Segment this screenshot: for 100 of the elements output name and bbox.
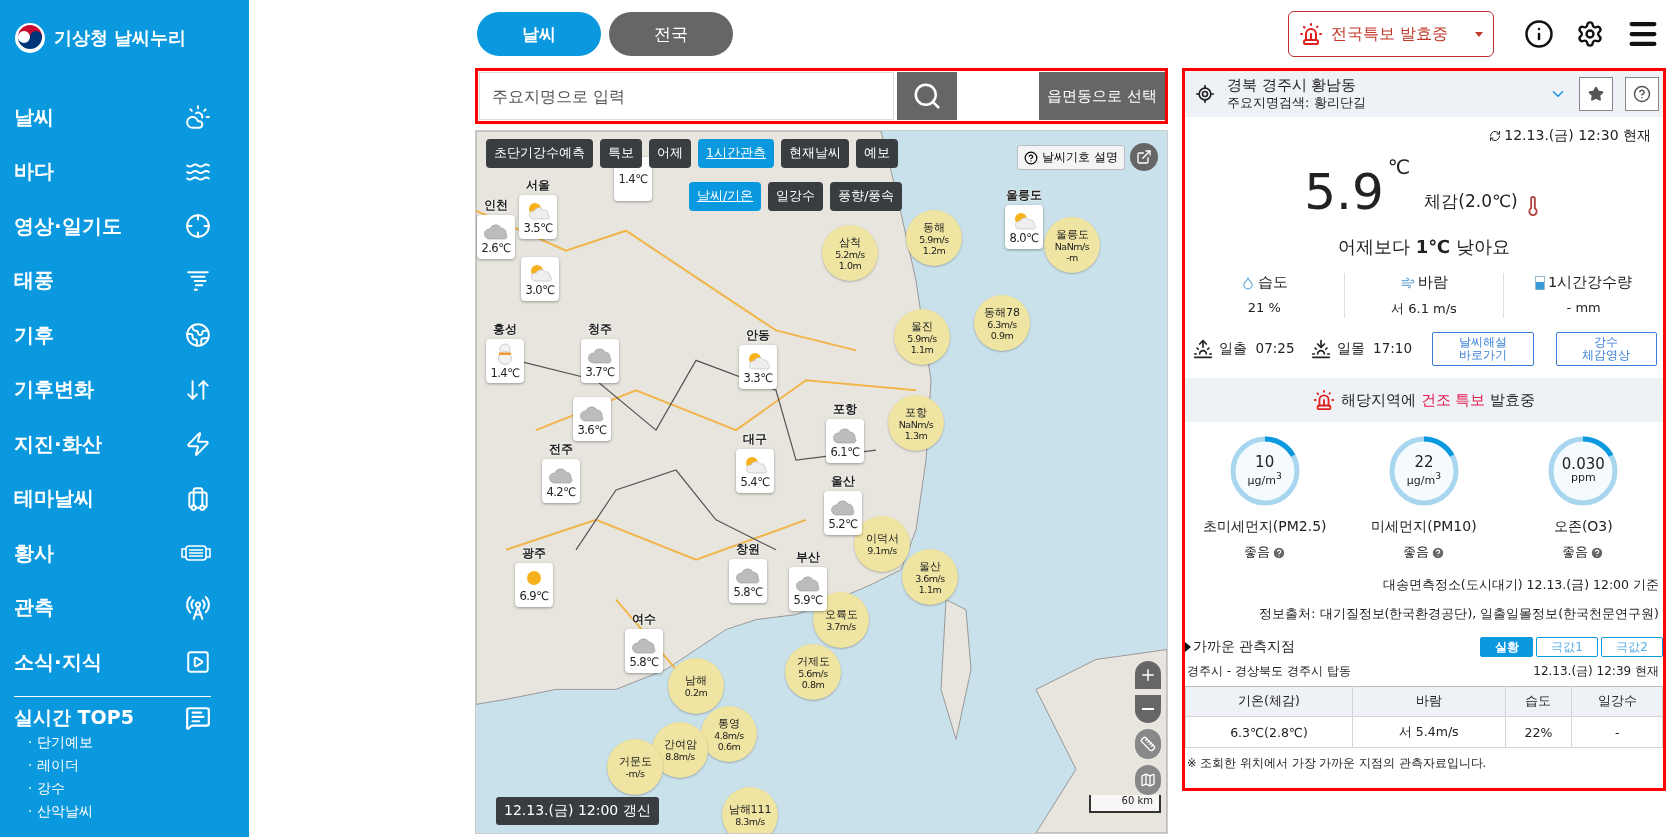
observation-time: 12.13.(금) 12:39 현재 (1533, 663, 1659, 680)
air-unit: µg/m$^{3}$ (1247, 468, 1282, 488)
station-label: 청주 (588, 321, 612, 338)
station-marker[interactable]: 5.8℃ (625, 629, 663, 673)
location-subtitle: 주요지명검색: 황리단길 (1227, 94, 1367, 111)
tower-icon (185, 594, 211, 621)
mask-icon (181, 543, 211, 564)
search-field[interactable]: 주요지명으로 입력 (479, 72, 894, 120)
caret-icon (1475, 31, 1483, 37)
source-note: 정보출처: 대기질정보(한국환경공단), 일출일몰정보(한국천문연구원) (1258, 606, 1660, 623)
stat-value: - mm (1566, 300, 1601, 315)
layer-tab[interactable]: 특보 (600, 139, 642, 168)
settings-icon (1576, 20, 1604, 48)
station-marker[interactable]: 8.0℃ (1005, 205, 1043, 249)
air-name: 미세먼지(PM10) (1371, 518, 1477, 536)
layer-tab[interactable]: 초단기강수예측 (486, 139, 593, 168)
station-marker[interactable]: 3.3℃ (739, 345, 777, 389)
help-icon[interactable] (1271, 545, 1286, 560)
help-button[interactable] (1625, 77, 1659, 111)
layer-tab[interactable]: 어제 (649, 139, 691, 168)
air-name: 오존(O3) (1553, 518, 1613, 536)
temperature-unit: ℃ (1387, 155, 1411, 179)
section-title: 가까운 관측지점 (1193, 638, 1297, 656)
station-marker[interactable]: 3.5℃ (519, 195, 557, 239)
stat-label: 습도 (1257, 273, 1288, 292)
station-marker[interactable]: 3.7℃ (581, 339, 619, 383)
gauge-icon (1535, 275, 1546, 290)
station-marker[interactable]: 6.9℃ (515, 563, 553, 607)
plus-icon (1139, 666, 1157, 684)
column-header: 바람 (1352, 686, 1506, 717)
station-marker[interactable]: 5.2℃ (824, 491, 862, 535)
table-cell: 6.3℃(2.8℃) (1185, 716, 1353, 748)
zoom-out-button[interactable] (1135, 695, 1161, 723)
help-icon[interactable] (1431, 545, 1445, 560)
station-marker[interactable]: 5.9℃ (789, 567, 827, 611)
play-icon (185, 649, 211, 676)
favorite-button[interactable] (1579, 77, 1613, 111)
air-unit: ppm (1570, 471, 1596, 485)
site-title: 기상청 날씨누리 (54, 26, 187, 50)
location-title: 경북 경주시 황남동 (1227, 77, 1358, 94)
alert-dropdown[interactable]: 전국특보 발효중 (1288, 11, 1494, 57)
air-value: 10 (1255, 454, 1275, 469)
sun-time: 일출 07:25 (1219, 340, 1295, 358)
compare-text: 어제보다 1℃ 낮아요 (1337, 235, 1511, 259)
air-grade: 좋음 (1562, 544, 1589, 561)
footnote: ※ 조회한 위치에서 가장 가까운 지점의 관측자료입니다. (1186, 755, 1488, 772)
external-link-icon (1136, 149, 1152, 165)
crosshair-icon (185, 213, 211, 240)
locate-icon[interactable] (1195, 84, 1215, 104)
siren-icon (1299, 22, 1323, 46)
scale-bar: 60 km (1089, 795, 1161, 813)
column-header: 기온(체감) (1185, 686, 1353, 717)
station-marker[interactable]: 6.1℃ (826, 419, 864, 463)
emblem-icon (14, 22, 46, 54)
lightning-icon (185, 431, 211, 458)
top5-title: 실시간 TOP5 (14, 704, 134, 730)
question-icon (1633, 85, 1651, 103)
station-marker[interactable]: 3.6℃ (573, 397, 611, 441)
station-marker[interactable]: 5.8℃ (729, 559, 767, 603)
air-value: 22 (1414, 454, 1434, 469)
sublayer-tab[interactable]: 일강수 (768, 182, 824, 211)
settings-button[interactable] (1576, 20, 1604, 48)
air-name: 초미세먼지(PM2.5) (1202, 518, 1327, 536)
globe-icon (185, 322, 211, 349)
sunset-icon (1310, 339, 1331, 359)
air-grade: 좋음 (1243, 544, 1270, 561)
station-label: 포항 (833, 401, 857, 418)
cloud-sun-icon (185, 104, 211, 131)
snowman-icon (495, 342, 515, 365)
stat-label: 바람 (1417, 273, 1448, 292)
station-marker[interactable]: 5.4℃ (736, 449, 774, 493)
station-label: 울산 (831, 473, 855, 490)
station-label: 서울 (526, 177, 550, 194)
legend-button[interactable]: 날씨기호 설명 (1017, 145, 1125, 170)
station-marker[interactable]: 4.2℃ (542, 459, 580, 503)
layer-tab[interactable]: 현재날씨 (780, 139, 849, 168)
layer-tab[interactable]: 예보 (855, 139, 898, 168)
stat-value: 서 6.1 m/s (1391, 300, 1457, 318)
link-button[interactable]: 강수 체감영상 (1555, 332, 1657, 366)
link-button[interactable]: 날씨해설 바로가기 (1432, 332, 1534, 366)
refresh-icon[interactable] (1489, 130, 1502, 142)
wind-icon (1400, 275, 1415, 290)
sun-time: 일몰 17:10 (1336, 340, 1412, 358)
info-button[interactable] (1524, 19, 1554, 49)
station-name: 경주시 - 경상북도 경주시 탑동 (1187, 663, 1351, 680)
zoom-in-button[interactable] (1135, 661, 1161, 689)
station-marker[interactable]: 2.6℃ (477, 215, 515, 259)
suitcase-icon (185, 485, 211, 512)
star-icon (1588, 86, 1604, 102)
sublayer-tab[interactable]: 풍향/풍속 (830, 182, 903, 211)
station-label: 인천 (484, 197, 508, 214)
feels-like: 체감(2.0℃) (1424, 190, 1518, 213)
station-marker[interactable]: 3.0℃ (521, 257, 559, 301)
region-select-button[interactable]: 읍면동으로 선택 (1039, 72, 1165, 120)
temperature: 5.9 (1304, 167, 1384, 217)
search-button[interactable] (897, 72, 957, 120)
table-cell: - (1571, 716, 1663, 748)
station-marker[interactable]: 1.4℃ (486, 339, 524, 383)
mode-tab[interactable]: 전국 (609, 12, 733, 56)
help-icon[interactable] (1590, 545, 1605, 560)
